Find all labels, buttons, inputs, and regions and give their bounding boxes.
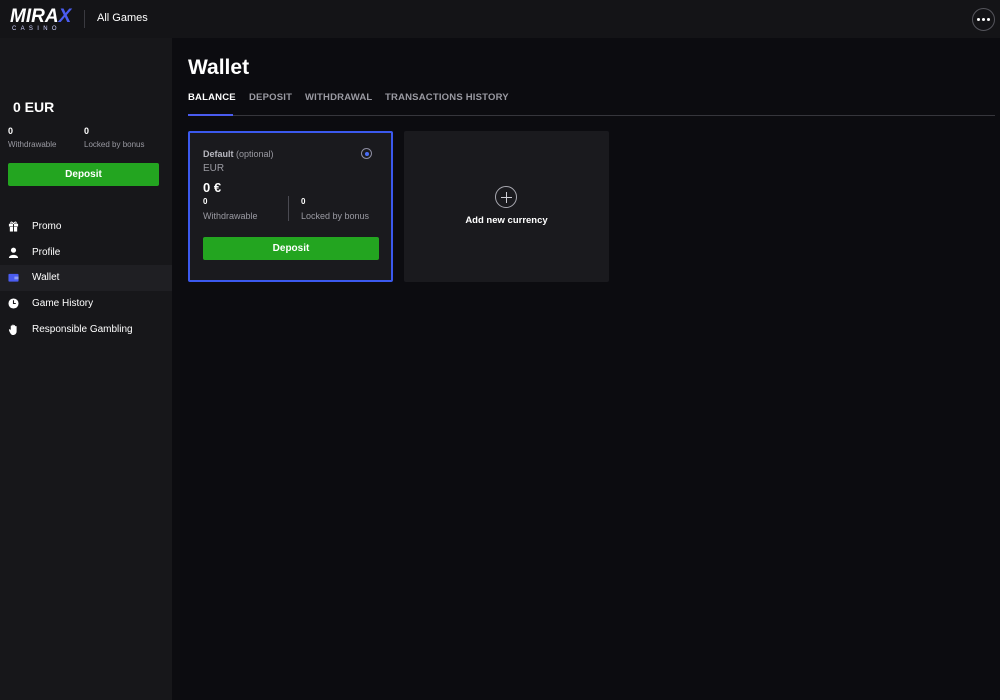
gift-icon bbox=[8, 221, 19, 233]
logo-x: X bbox=[58, 6, 72, 27]
add-currency-card[interactable]: Add new currency bbox=[404, 131, 609, 282]
sidebar-item-label: Profile bbox=[32, 246, 61, 258]
sidebar-item-label: Game History bbox=[32, 298, 94, 310]
sidebar-withdrawable: 0 Withdrawable bbox=[8, 126, 56, 149]
all-games-link[interactable]: All Games bbox=[97, 12, 148, 24]
page-title: Wallet bbox=[188, 56, 250, 79]
card-withdrawable: 0 Withdrawable bbox=[203, 197, 258, 221]
header-divider bbox=[84, 10, 85, 28]
card-deposit-button[interactable]: Deposit bbox=[203, 237, 379, 260]
tab-balance[interactable]: BALANCE bbox=[188, 92, 236, 116]
active-tab-indicator bbox=[188, 114, 233, 116]
sidebar-item-label: Wallet bbox=[32, 272, 60, 284]
card-withdrawable-label: Withdrawable bbox=[203, 211, 258, 221]
default-label: Default (optional) bbox=[203, 149, 274, 159]
user-icon bbox=[8, 247, 19, 258]
clock-icon bbox=[8, 298, 19, 309]
card-locked-value: 0 bbox=[301, 197, 306, 206]
sidebar-item-profile[interactable]: Profile bbox=[0, 240, 172, 266]
sidebar-item-responsible-gambling[interactable]: Responsible Gambling bbox=[0, 316, 172, 342]
card-locked-label: Locked by bonus bbox=[301, 211, 370, 221]
sidebar-withdrawable-label: Withdrawable bbox=[8, 140, 57, 149]
sidebar-item-wallet[interactable]: Wallet bbox=[0, 265, 172, 291]
sidebar-item-label: Promo bbox=[32, 221, 62, 233]
more-menu-button[interactable] bbox=[972, 8, 995, 31]
tab-deposit[interactable]: DEPOSIT bbox=[249, 92, 292, 116]
card-withdrawable-value: 0 bbox=[203, 197, 208, 206]
logo-text: MIRA bbox=[10, 6, 59, 27]
mirax-logo[interactable]: MIRAX CASINO bbox=[10, 6, 72, 34]
card-divider bbox=[288, 196, 289, 221]
sidebar-locked-label: Locked by bonus bbox=[84, 140, 145, 149]
logo-subtitle: CASINO bbox=[12, 26, 61, 32]
more-dots-icon bbox=[977, 18, 980, 21]
sidebar-item-label: Responsible Gambling bbox=[32, 323, 133, 335]
sidebar-locked-value: 0 bbox=[84, 126, 90, 136]
sidebar-item-game-history[interactable]: Game History bbox=[0, 291, 172, 317]
currency-code: EUR bbox=[203, 163, 225, 174]
currency-amount: 0 € bbox=[203, 180, 222, 195]
add-currency-label: Add new currency bbox=[465, 215, 548, 226]
card-locked: 0 Locked by bonus bbox=[301, 197, 369, 221]
sidebar: 0 EUR 0 Withdrawable 0 Locked by bonus D… bbox=[0, 38, 172, 700]
hand-icon bbox=[8, 324, 17, 335]
tab-withdrawal[interactable]: WITHDRAWAL bbox=[305, 92, 372, 116]
top-header: MIRAX CASINO All Games bbox=[0, 0, 1000, 38]
sidebar-locked: 0 Locked by bonus bbox=[84, 126, 145, 149]
sidebar-withdrawable-value: 0 bbox=[8, 126, 14, 136]
tab-transactions-history[interactable]: TRANSACTIONS HISTORY bbox=[385, 92, 509, 116]
sidebar-deposit-button[interactable]: Deposit bbox=[8, 163, 159, 186]
wallet-tabs: BALANCE DEPOSIT WITHDRAWAL TRANSACTIONS … bbox=[188, 92, 995, 116]
sidebar-item-promo[interactable]: Promo bbox=[0, 214, 172, 240]
sidebar-nav: Promo Profile Wallet Game History Respon… bbox=[0, 214, 172, 342]
plus-circle-icon bbox=[495, 186, 517, 208]
sidebar-balance: 0 EUR bbox=[13, 99, 55, 115]
wallet-icon bbox=[8, 274, 19, 283]
currency-card-eur[interactable]: Default (optional) EUR 0 € 0 Withdrawabl… bbox=[188, 131, 393, 282]
default-radio[interactable] bbox=[361, 148, 372, 159]
